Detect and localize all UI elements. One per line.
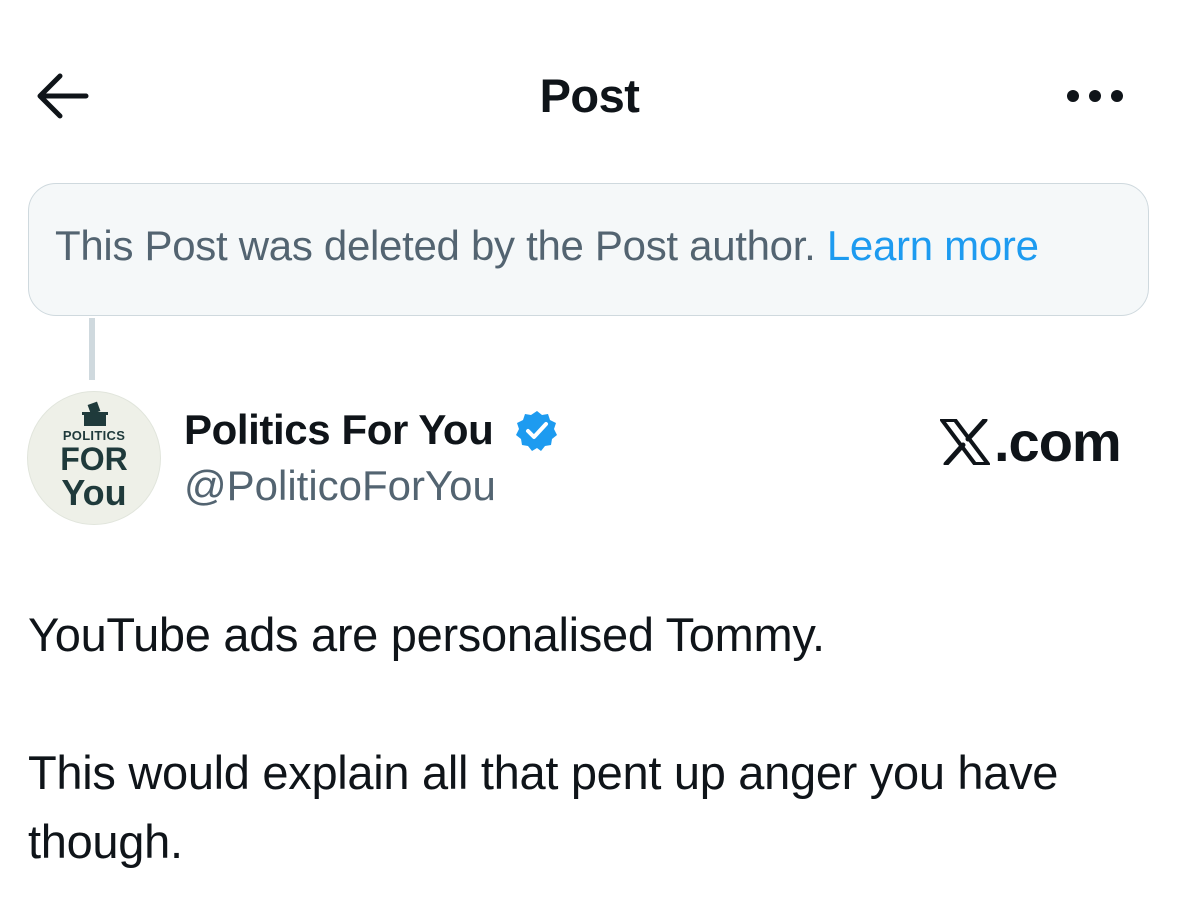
deleted-post-notice: This Post was deleted by the Post author… [28,183,1149,316]
page-title: Post [539,69,640,122]
post-paragraph-1: YouTube ads are personalised Tommy. [28,608,825,661]
x-com-watermark: .com [940,410,1122,474]
top-bar: Post [0,0,1179,190]
thread-connector-line [89,318,95,380]
more-horizontal-icon [1067,90,1123,102]
avatar-text-for: FOR [60,441,128,477]
learn-more-link[interactable]: Learn more [827,222,1039,269]
author-handle[interactable]: @PoliticoForYou [184,460,496,512]
avatar-text-you: You [61,472,127,513]
more-options-button[interactable] [1060,80,1130,112]
deleted-notice-text: This Post was deleted by the Post author… [55,218,1039,274]
post-paragraph-2: This would explain all that pent up ange… [28,746,1059,868]
author-name[interactable]: Politics For You [184,404,494,456]
avatar[interactable]: POLITICS FOR You [27,391,161,525]
post-text: YouTube ads are personalised Tommy. This… [28,600,1148,876]
x-logo-icon [940,419,990,465]
ballot-box-icon [82,401,108,426]
deleted-notice-message: This Post was deleted by the Post author… [55,222,816,269]
watermark-text: .com [994,410,1122,473]
verified-badge-icon [516,411,557,451]
